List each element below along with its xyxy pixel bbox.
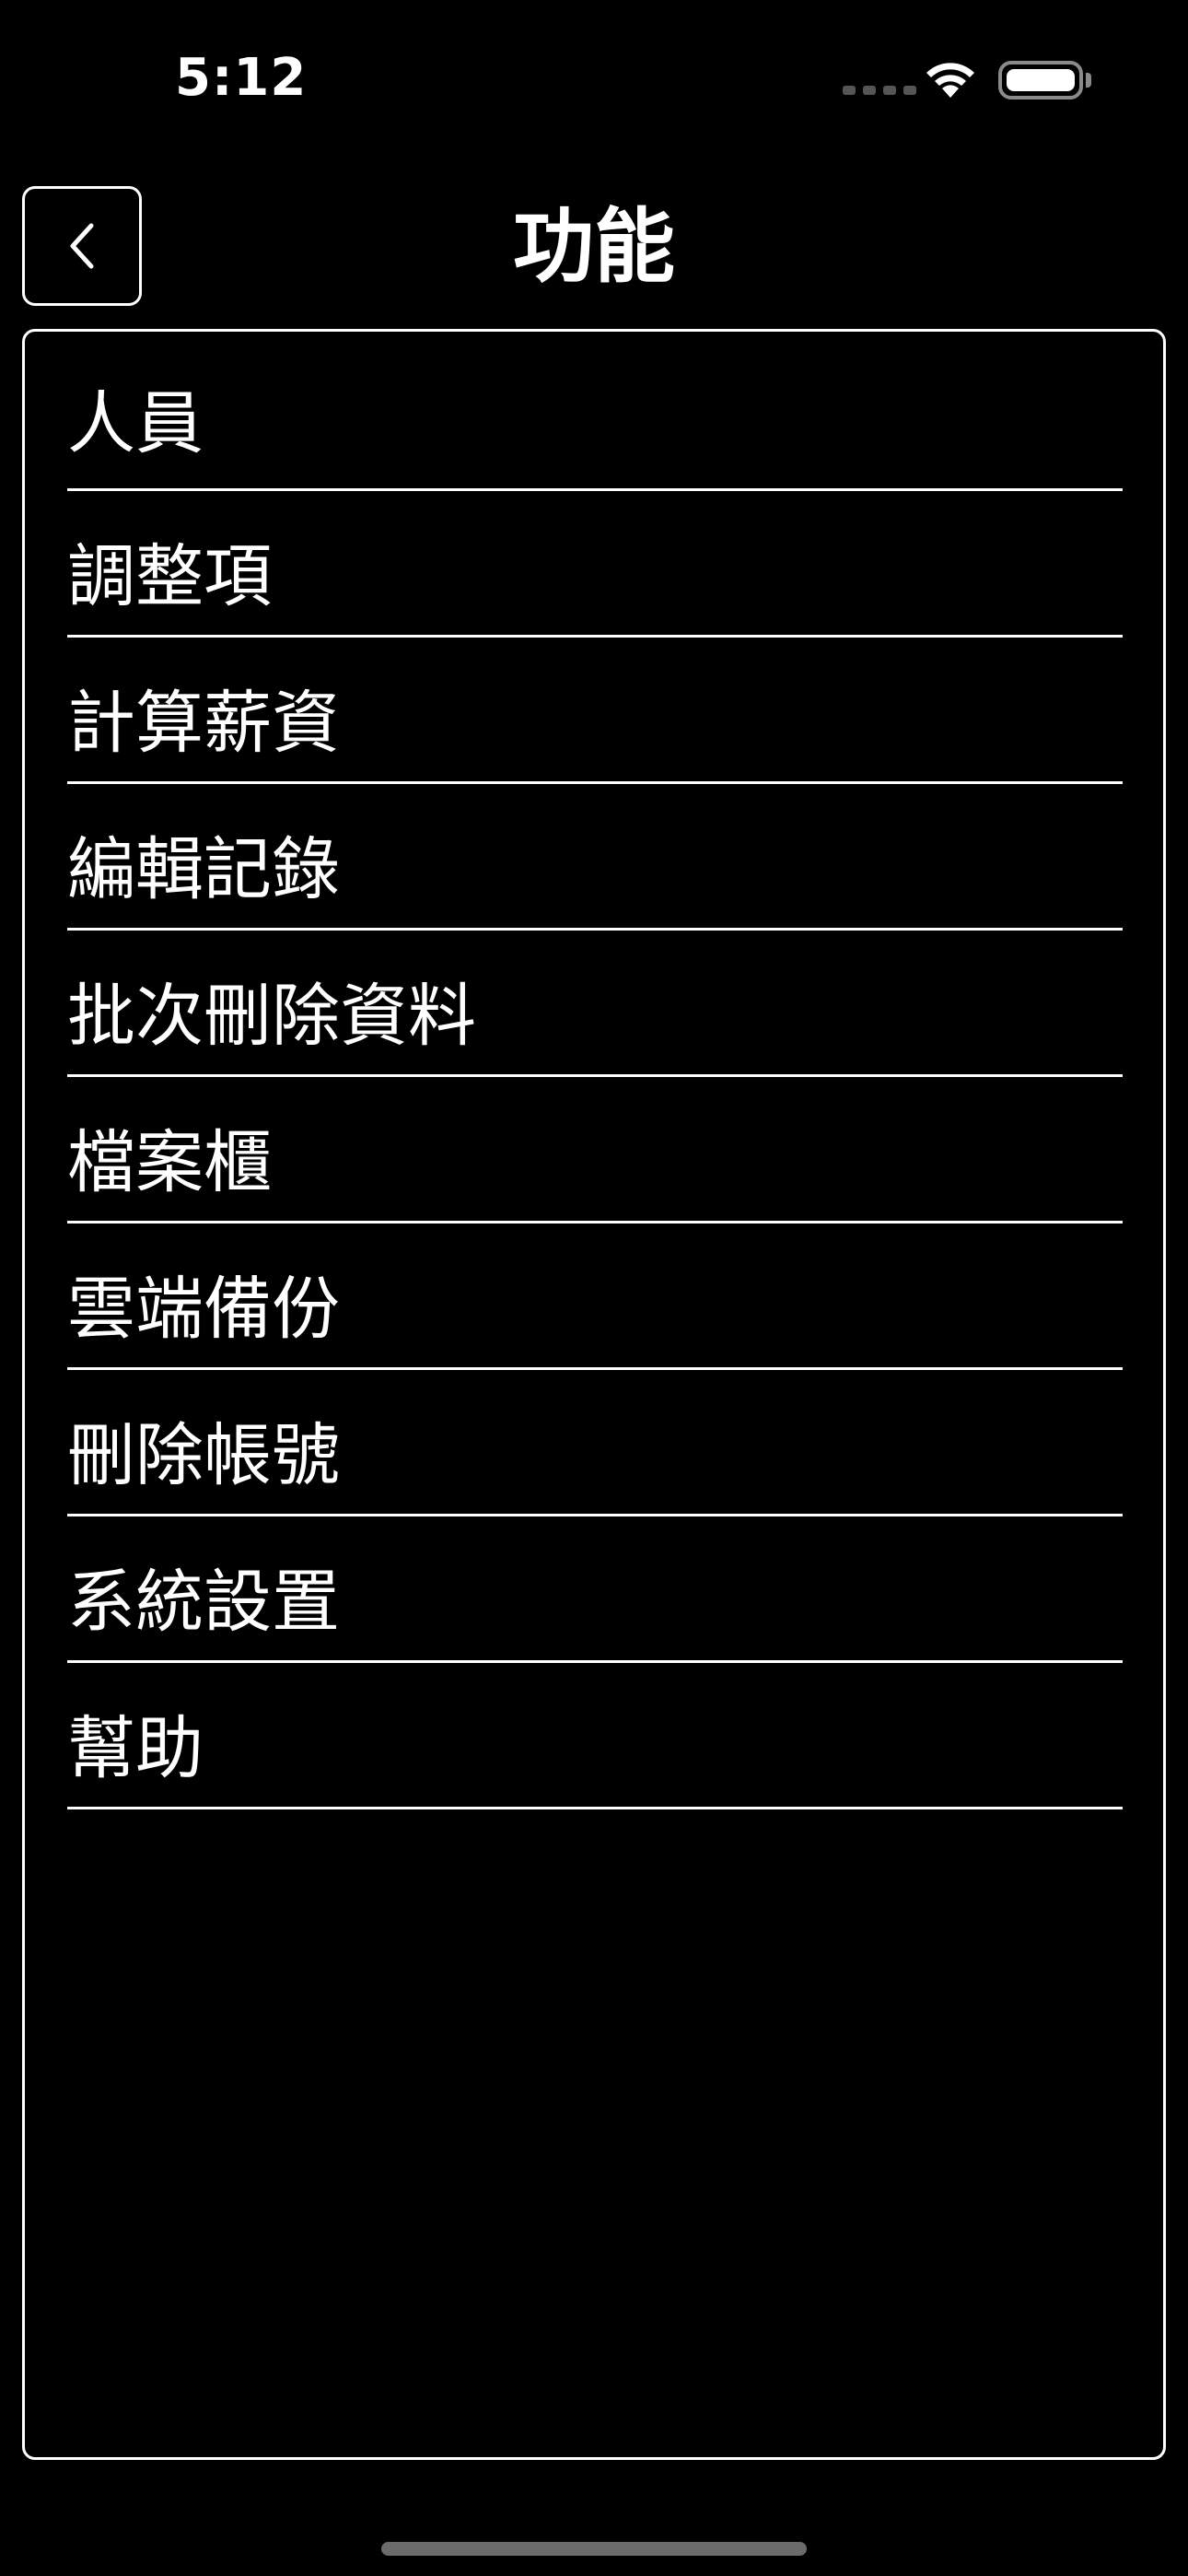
menu-item-delete-account[interactable]: 刪除帳號: [67, 1370, 1123, 1516]
menu-item-label: 計算薪資: [67, 683, 340, 763]
wifi-icon: [922, 57, 979, 103]
menu-item-batch-delete[interactable]: 批次刪除資料: [67, 931, 1123, 1077]
page-title: 功能: [512, 199, 675, 294]
menu-item-label: 刪除帳號: [67, 1415, 340, 1495]
menu-item-adjustments[interactable]: 調整項: [67, 491, 1123, 638]
menu-item-label: 編輯記錄: [67, 829, 340, 909]
menu-item-label: 批次刪除資料: [67, 976, 476, 1056]
cellular-signal-icon: [843, 86, 916, 95]
menu-item-label: 系統設置: [67, 1562, 340, 1642]
menu-item-system-settings[interactable]: 系統設置: [67, 1516, 1123, 1663]
menu-item-file-cabinet[interactable]: 檔案櫃: [67, 1077, 1123, 1224]
menu-item-cloud-backup[interactable]: 雲端備份: [67, 1224, 1123, 1370]
menu-item-label: 人員: [67, 383, 204, 463]
menu-item-staff[interactable]: 人員: [67, 332, 1123, 491]
battery-icon: [998, 61, 1083, 100]
menu-item-label: 雲端備份: [67, 1269, 340, 1349]
menu-panel: 人員 調整項 計算薪資 編輯記錄 批次刪除資料 檔案櫃 雲端備份 刪除帳號 系統…: [22, 329, 1166, 2460]
menu-item-label: 檔案櫃: [67, 1122, 272, 1202]
menu-item-help[interactable]: 幫助: [67, 1663, 1123, 1809]
menu-item-label: 幫助: [67, 1708, 204, 1788]
menu-item-label: 調整項: [67, 536, 272, 616]
menu-list: 人員 調整項 計算薪資 編輯記錄 批次刪除資料 檔案櫃 雲端備份 刪除帳號 系統…: [67, 332, 1123, 1809]
home-indicator[interactable]: [381, 2542, 807, 2556]
menu-item-calculate-salary[interactable]: 計算薪資: [67, 638, 1123, 784]
status-bar: 5:12: [0, 0, 1188, 166]
menu-item-edit-records[interactable]: 編輯記錄: [67, 784, 1123, 931]
battery-cap: [1086, 73, 1091, 88]
status-time: 5:12: [175, 48, 308, 108]
